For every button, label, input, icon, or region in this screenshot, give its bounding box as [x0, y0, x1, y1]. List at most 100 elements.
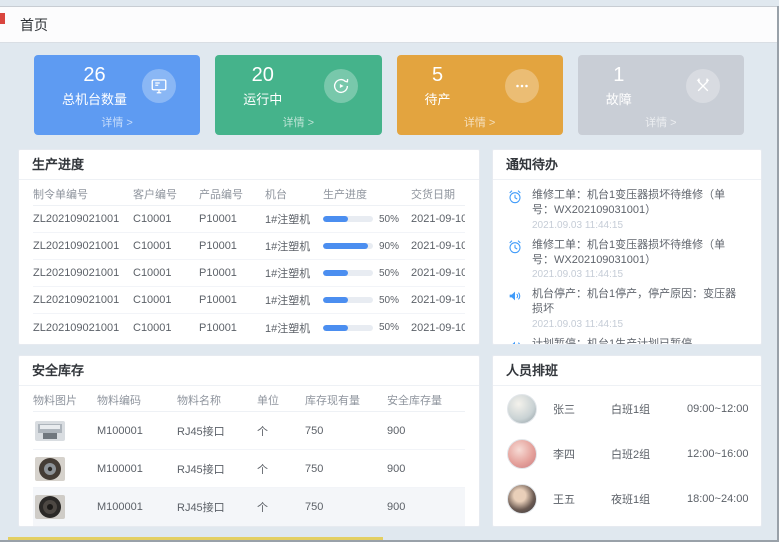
staff-time: 09:00~12:00	[687, 403, 748, 415]
progress-label: 50%	[379, 322, 399, 333]
standby-value: 5	[425, 64, 451, 86]
progress-bar-fill	[323, 270, 348, 276]
card-info: 1 故障	[606, 64, 632, 108]
inventory-panel-title: 安全库存	[19, 356, 479, 386]
stat-cards-row: 26 总机台数量 详情 > 20 运行中	[18, 55, 760, 135]
stat-card-total-machines[interactable]: 26 总机台数量 详情 >	[34, 55, 200, 135]
card-info: 26 总机台数量	[62, 64, 127, 108]
running-icon	[324, 69, 358, 103]
card-main: 1 故障	[578, 64, 744, 108]
staff-shift: 白班1组	[611, 401, 687, 417]
roster-row: 李四 白班2组 12:00~16:00	[507, 431, 747, 476]
production-table-header: 制令单编号 客户编号 产品编号 机台 生产进度 交货日期	[33, 182, 465, 206]
notice-time: 2021.09.03 11:44:15	[532, 319, 747, 330]
production-row: ZL202109021001 C10001 P10001 1#注塑机 50% 2…	[33, 287, 465, 314]
staff-shift: 白班2组	[611, 446, 687, 462]
speaker-icon	[507, 287, 524, 330]
machine-name: 1#注塑机	[265, 265, 323, 281]
progress-cell: 50%	[323, 268, 411, 279]
roster-row: 张三 白班1组 09:00~12:00	[507, 386, 747, 431]
notice-item-machine-stop[interactable]: 机台停产：机台1停产，停产原因：变压器损坏 2021.09.03 11:44:1…	[507, 287, 747, 330]
material-name: RJ45接口	[177, 423, 257, 439]
tab-home[interactable]: 首页	[20, 15, 48, 35]
roster-row: 王五 夜班1组 18:00~24:00	[507, 476, 747, 521]
notice-item-repair-1[interactable]: 维修工单：机台1变压器损坏待维修（单号：WX202109031001） 2021…	[507, 188, 747, 231]
machine-name: 1#注塑机	[265, 238, 323, 254]
safety-qty: 900	[387, 425, 465, 437]
product-no: P10001	[199, 267, 265, 279]
round-connector-photo	[33, 456, 67, 482]
safety-qty: 900	[387, 501, 465, 513]
on-hand-qty: 750	[305, 425, 387, 437]
running-value: 20	[243, 64, 282, 86]
roster-list: 张三 白班1组 09:00~12:00 李四 白班2组 12:00~16:00 …	[493, 386, 761, 521]
machine-name: 1#注塑机	[265, 211, 323, 227]
lisi-avatar	[507, 439, 537, 469]
delivery-date: 2021-09-10	[411, 240, 465, 252]
progress-bar-fill	[323, 216, 348, 222]
staff-time: 18:00~24:00	[687, 493, 748, 505]
progress-bar	[323, 325, 373, 331]
safety-qty: 900	[387, 463, 465, 475]
production-row: ZL202109021001 C10001 P10001 1#注塑机 50% 2…	[33, 314, 465, 341]
card-main: 5 待产	[397, 64, 563, 108]
staff-time: 12:00~16:00	[687, 448, 748, 460]
customer-no: C10001	[133, 294, 199, 306]
staff-shift: 夜班1组	[611, 491, 687, 507]
col-on-hand: 库存现有量	[305, 392, 387, 408]
on-hand-qty: 750	[305, 501, 387, 513]
material-code: M100001	[97, 463, 177, 475]
progress-cell: 90%	[323, 241, 411, 252]
fault-label: 故障	[606, 89, 632, 108]
production-table: 制令单编号 客户编号 产品编号 机台 生产进度 交货日期 ZL202109021…	[19, 180, 479, 341]
col-product-no: 产品编号	[199, 186, 265, 202]
progress-cell: 50%	[323, 295, 411, 306]
notice-item-repair-2[interactable]: 维修工单：机台1变压器损坏待维修（单号：WX202109031001） 2021…	[507, 238, 747, 281]
production-row: ZL202109021001 C10001 P10001 1#注塑机 50% 2…	[33, 260, 465, 287]
notice-text: 维修工单：机台1变压器损坏待维修（单号：WX202109031001）	[532, 188, 747, 218]
standby-detail-link[interactable]: 详情 >	[397, 114, 563, 130]
fault-detail-link[interactable]: 详情 >	[578, 114, 744, 130]
delivery-date: 2021-09-10	[411, 267, 465, 279]
progress-label: 50%	[379, 295, 399, 306]
safety-stock-panel: 安全库存 物料图片 物料编码 物料名称 单位 库存现有量 安全库存量	[18, 355, 480, 527]
product-no: P10001	[199, 240, 265, 252]
notice-body: 机台停产：机台1停产，停产原因：变压器损坏 2021.09.03 11:44:1…	[532, 287, 747, 330]
running-label: 运行中	[243, 89, 282, 108]
wangwu-avatar	[507, 484, 537, 514]
order-no: ZL202109021001	[33, 267, 133, 279]
total-machines-detail-link[interactable]: 详情 >	[34, 114, 200, 130]
production-row: ZL202109021001 C10001 P10001 1#注塑机 50% 2…	[33, 206, 465, 233]
notice-item-plan-pause[interactable]: 计划暂停：机台1生产计划已暂停 2021.09.03 11:44:15	[507, 337, 747, 345]
roster-panel-title: 人员排班	[493, 356, 761, 386]
product-no: P10001	[199, 294, 265, 306]
inventory-table: 物料图片 物料编码 物料名称 单位 库存现有量 安全库存量	[19, 386, 479, 526]
dashboard-content: 26 总机台数量 详情 > 20 运行中	[0, 43, 777, 527]
stat-card-running[interactable]: 20 运行中 详情 >	[215, 55, 381, 135]
progress-label: 50%	[379, 268, 399, 279]
progress-cell: 50%	[323, 322, 411, 333]
running-detail-link[interactable]: 详情 >	[215, 114, 381, 130]
notices-panel: 通知待办 维修工单：机台1变压器损坏待维修（单号：WX202109031001）…	[492, 149, 762, 345]
stat-card-fault[interactable]: 1 故障 详情 >	[578, 55, 744, 135]
progress-bar-fill	[323, 243, 368, 249]
customer-no: C10001	[133, 213, 199, 225]
notice-body: 计划暂停：机台1生产计划已暂停 2021.09.03 11:44:15	[532, 337, 692, 345]
window-edge-accent	[0, 13, 5, 24]
col-delivery-date: 交货日期	[411, 186, 465, 202]
delivery-date: 2021-09-10	[411, 322, 465, 334]
total-machines-value: 26	[62, 64, 127, 86]
card-main: 26 总机台数量	[34, 64, 200, 108]
speaker-part-photo	[33, 494, 67, 520]
stat-card-standby[interactable]: 5 待产 详情 >	[397, 55, 563, 135]
col-safety-qty: 安全库存量	[387, 392, 465, 408]
product-no: P10001	[199, 213, 265, 225]
staff-roster-panel: 人员排班 张三 白班1组 09:00~12:00 李四 白班2组 12:00~1…	[492, 355, 762, 527]
rj45-connector-photo	[33, 418, 67, 444]
progress-label: 50%	[379, 214, 399, 225]
production-row: ZL202109021001 C10001 P10001 1#注塑机 90% 2…	[33, 233, 465, 260]
progress-bar	[323, 297, 373, 303]
progress-cell: 50%	[323, 214, 411, 225]
col-order-no: 制令单编号	[33, 186, 133, 202]
notices-list: 维修工单：机台1变压器损坏待维修（单号：WX202109031001） 2021…	[493, 180, 761, 345]
